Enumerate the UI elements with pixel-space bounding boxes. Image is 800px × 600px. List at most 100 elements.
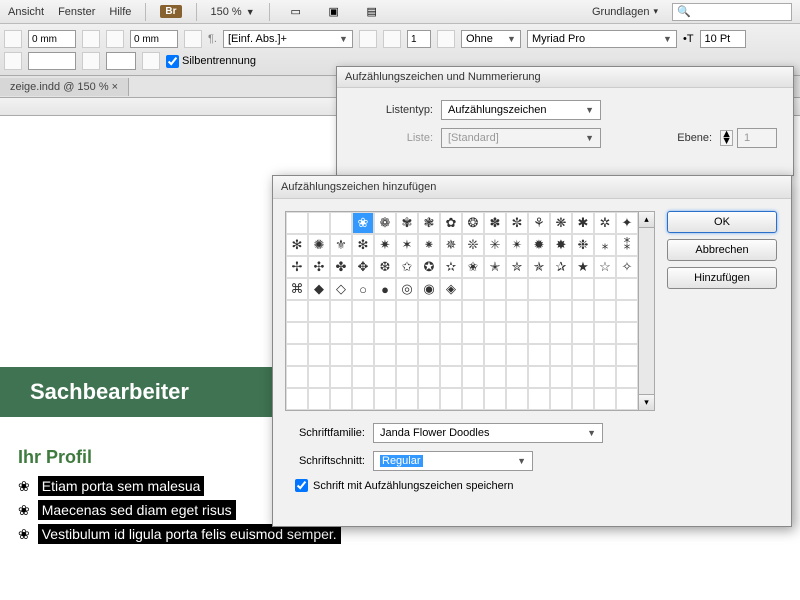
glyph-cell[interactable] <box>440 388 462 410</box>
field-b[interactable] <box>106 52 136 70</box>
glyph-cell[interactable] <box>506 300 528 322</box>
glyph-cell[interactable]: ❉ <box>572 234 594 256</box>
glyph-cell[interactable]: ✵ <box>440 234 462 256</box>
glyph-cell[interactable] <box>396 388 418 410</box>
glyph-cell[interactable] <box>528 388 550 410</box>
glyph-cell[interactable] <box>330 322 352 344</box>
glyph-cell[interactable]: ✸ <box>550 234 572 256</box>
menu-fenster[interactable]: Fenster <box>58 6 95 18</box>
glyph-cell[interactable]: ✴ <box>506 234 528 256</box>
indent-first-icon[interactable] <box>106 30 124 48</box>
glyph-cell[interactable] <box>308 388 330 410</box>
glyph-cell[interactable] <box>484 300 506 322</box>
glyph-cell[interactable]: ✣ <box>308 256 330 278</box>
glyph-cell[interactable]: ❇ <box>352 234 374 256</box>
indent-first-field[interactable] <box>130 30 178 48</box>
list-text[interactable]: Etiam porta sem malesua <box>38 476 205 496</box>
glyph-cell[interactable]: ● <box>374 278 396 300</box>
glyph-cell[interactable] <box>484 344 506 366</box>
glyph-cell[interactable] <box>440 322 462 344</box>
glyph-cell[interactable]: ✷ <box>374 234 396 256</box>
glyph-cell[interactable] <box>572 366 594 388</box>
glyph-cell[interactable] <box>352 300 374 322</box>
glyph-cell[interactable]: ⁕ <box>418 234 440 256</box>
save-font-checkbox[interactable]: Schrift mit Aufzählungszeichen speichern <box>295 479 777 492</box>
glyph-cell[interactable] <box>396 344 418 366</box>
glyph-cell[interactable]: ✶ <box>396 234 418 256</box>
glyph-cell[interactable]: ⁎ <box>594 234 616 256</box>
ok-button[interactable]: OK <box>667 211 777 233</box>
glyph-cell[interactable] <box>616 278 638 300</box>
glyph-cell[interactable] <box>462 388 484 410</box>
scrollbar[interactable]: ▴ ▾ <box>639 211 655 411</box>
glyph-cell[interactable]: ✩ <box>396 256 418 278</box>
glyph-cell[interactable] <box>440 300 462 322</box>
glyph-cell[interactable]: ⚜ <box>330 234 352 256</box>
glyph-cell[interactable] <box>462 366 484 388</box>
glyph-grid[interactable]: ❀❁✾❃✿❂✽✼⚘❋✱✲✦✻✺⚜❇✷✶⁕✵❊✳✴✹✸❉⁎⁑✢✣✤✥❆✩✪✫✬✭✮… <box>285 211 639 411</box>
glyph-cell[interactable] <box>418 300 440 322</box>
bridge-badge[interactable]: Br <box>160 5 181 18</box>
glyph-cell[interactable] <box>418 388 440 410</box>
glyph-cell[interactable] <box>440 366 462 388</box>
save-font-box[interactable] <box>295 479 308 492</box>
glyph-cell[interactable] <box>440 344 462 366</box>
glyph-cell[interactable]: ❀ <box>352 212 374 234</box>
glyph-cell[interactable] <box>572 388 594 410</box>
glyph-cell[interactable] <box>528 278 550 300</box>
add-button[interactable]: Hinzufügen <box>667 267 777 289</box>
glyph-cell[interactable] <box>330 388 352 410</box>
glyph-cell[interactable] <box>308 366 330 388</box>
glyph-cell[interactable] <box>374 388 396 410</box>
scroll-down[interactable]: ▾ <box>639 394 654 410</box>
glyph-cell[interactable] <box>462 322 484 344</box>
font-family-select[interactable]: Myriad Pro▼ <box>527 30 677 48</box>
glyph-cell[interactable] <box>286 212 308 234</box>
schriftschnitt-select[interactable]: Regular▼ <box>373 451 533 471</box>
list-icon[interactable] <box>184 30 202 48</box>
glyph-cell[interactable] <box>286 366 308 388</box>
arrange-icon[interactable]: ▤ <box>360 2 384 22</box>
glyph-cell[interactable]: ✧ <box>616 256 638 278</box>
glyph-cell[interactable] <box>528 344 550 366</box>
scroll-up[interactable]: ▴ <box>639 212 654 228</box>
glyph-cell[interactable] <box>616 388 638 410</box>
search-input[interactable]: 🔍 <box>672 3 792 21</box>
glyph-cell[interactable] <box>550 300 572 322</box>
dropcap-icon[interactable] <box>82 52 100 70</box>
span-icon[interactable] <box>359 30 377 48</box>
shading-icon[interactable] <box>142 52 160 70</box>
glyph-cell[interactable] <box>308 322 330 344</box>
glyph-cell[interactable] <box>506 388 528 410</box>
glyph-cell[interactable] <box>484 366 506 388</box>
glyph-cell[interactable]: ◈ <box>440 278 462 300</box>
list-text[interactable]: Maecenas sed diam eget risus <box>38 500 236 520</box>
glyph-cell[interactable]: ⚘ <box>528 212 550 234</box>
glyph-cell[interactable]: ☆ <box>594 256 616 278</box>
glyph-cell[interactable] <box>418 344 440 366</box>
ebene-down[interactable]: ▼ <box>721 138 732 145</box>
columns-field[interactable] <box>407 30 431 48</box>
paragraph-style-select[interactable]: [Einf. Abs.]+▼ <box>223 30 353 48</box>
glyph-cell[interactable] <box>286 344 308 366</box>
glyph-cell[interactable] <box>286 322 308 344</box>
glyph-cell[interactable]: ◇ <box>330 278 352 300</box>
glyph-cell[interactable] <box>594 322 616 344</box>
glyph-cell[interactable] <box>550 388 572 410</box>
glyph-cell[interactable] <box>308 300 330 322</box>
glyph-cell[interactable]: ✥ <box>352 256 374 278</box>
glyph-cell[interactable] <box>506 322 528 344</box>
glyph-cell[interactable]: ✦ <box>616 212 638 234</box>
schriftfamilie-select[interactable]: Janda Flower Doodles▼ <box>373 423 603 443</box>
menu-hilfe[interactable]: Hilfe <box>109 6 131 18</box>
glyph-cell[interactable]: ✽ <box>484 212 506 234</box>
hyphenation-checkbox[interactable]: Silbentrennung <box>166 55 256 68</box>
glyph-cell[interactable] <box>286 388 308 410</box>
glyph-cell[interactable] <box>572 278 594 300</box>
glyph-cell[interactable]: ✳ <box>484 234 506 256</box>
glyph-cell[interactable] <box>374 344 396 366</box>
glyph-cell[interactable]: ✼ <box>506 212 528 234</box>
glyph-cell[interactable]: ✺ <box>308 234 330 256</box>
cancel-button[interactable]: Abbrechen <box>667 239 777 261</box>
glyph-cell[interactable] <box>352 388 374 410</box>
